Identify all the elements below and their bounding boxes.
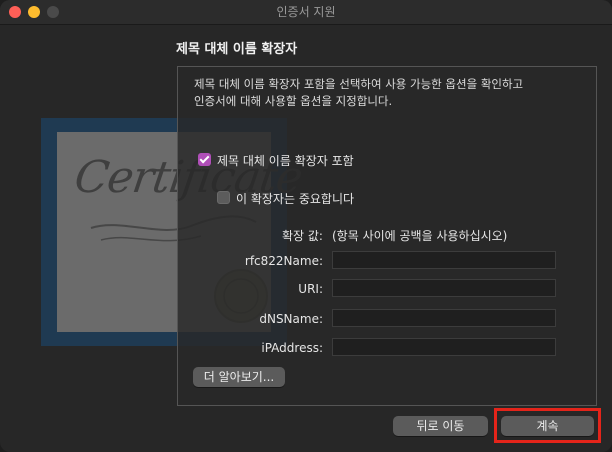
section-heading: 제목 대체 이름 확장자: [176, 42, 298, 57]
ip-address-field[interactable]: [332, 338, 556, 356]
uri-label: URI:: [298, 282, 323, 296]
learn-more-button[interactable]: 더 알아보기...: [193, 367, 285, 387]
dns-name-field[interactable]: [332, 309, 556, 327]
title-bar: 인증서 지원: [0, 0, 612, 25]
window-title: 인증서 지원: [276, 5, 336, 19]
critical-extension-checkbox[interactable]: [217, 191, 230, 204]
critical-extension-label[interactable]: 이 확장자는 중요합니다: [236, 190, 354, 207]
rfc822-name-field[interactable]: [332, 251, 556, 269]
ip-address-label: iPAddress:: [261, 341, 323, 355]
certificate-assistant-window: 인증서 지원 Certificate 제목 대체 이름 확장자 제목 대체 이름…: [0, 0, 612, 452]
include-extension-label[interactable]: 제목 대체 이름 확장자 포함: [217, 152, 354, 169]
options-panel: 제목 대체 이름 확장자 포함을 선택하여 사용 가능한 옵션을 확인하고 인증…: [177, 66, 597, 406]
rfc822-name-label: rfc822Name:: [244, 254, 323, 268]
description-line-1: 제목 대체 이름 확장자 포함을 선택하여 사용 가능한 옵션을 확인하고: [194, 77, 524, 91]
include-extension-checkbox[interactable]: [198, 153, 211, 166]
description-line-2: 인증서에 대해 사용할 옵션을 지정합니다.: [194, 94, 393, 108]
dns-name-label: dNSName:: [259, 312, 323, 326]
description: 제목 대체 이름 확장자 포함을 선택하여 사용 가능한 옵션을 확인하고 인증…: [194, 76, 574, 110]
extension-values-hint: (항목 사이에 공백을 사용하십시오): [332, 229, 508, 243]
uri-field[interactable]: [332, 279, 556, 297]
back-button[interactable]: 뒤로 이동: [393, 416, 488, 436]
extension-values-label: 확장 값:: [282, 229, 323, 243]
continue-button-highlight: [494, 408, 601, 443]
